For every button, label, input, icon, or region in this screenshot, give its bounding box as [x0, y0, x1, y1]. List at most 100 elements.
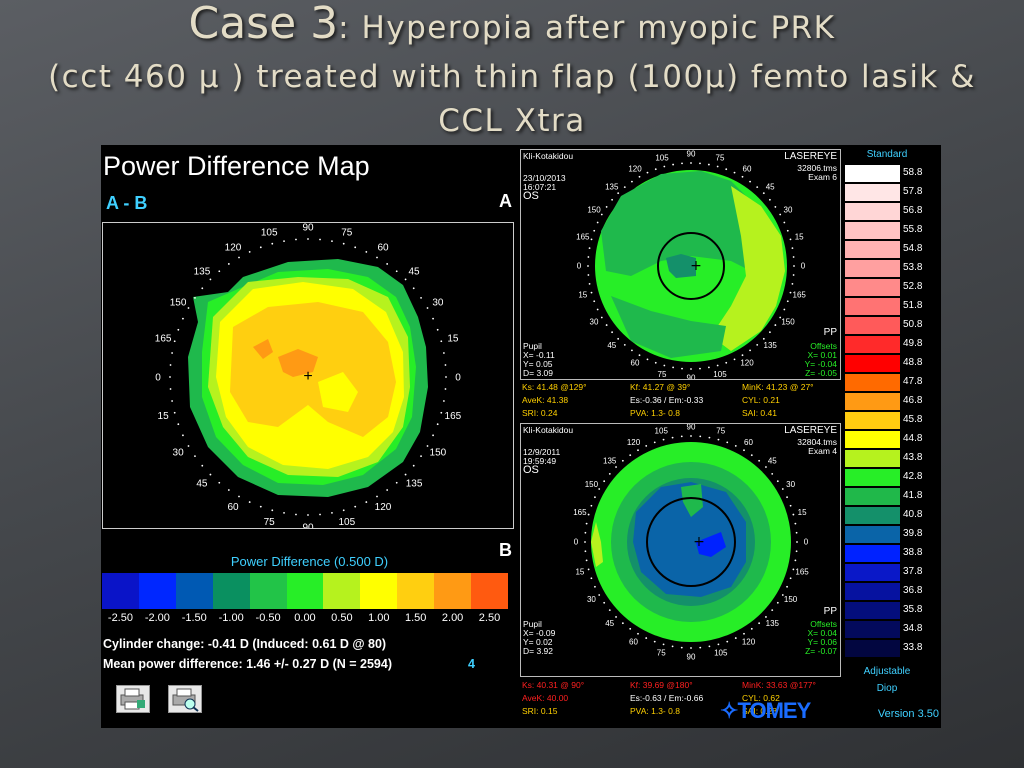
- scale-value: 48.8: [903, 357, 923, 368]
- map-count: 4: [468, 657, 475, 671]
- angle-tick-dot: [342, 242, 345, 245]
- scale-swatch: [845, 640, 900, 657]
- angle-tick-dot: [600, 213, 603, 216]
- angle-label: 75: [716, 153, 725, 162]
- angle-tick-dot: [173, 411, 176, 414]
- title-rest: : Hyperopia after myopic PRK: [338, 10, 836, 46]
- angle-tick-dot: [444, 388, 447, 390]
- scale-row: 40.8: [843, 506, 941, 525]
- scale-value: 35.8: [903, 604, 923, 615]
- angle-tick-dot: [227, 489, 230, 491]
- scale-row: 47.8: [843, 373, 941, 392]
- angle-tick-dot: [169, 364, 172, 366]
- angle-label: 30: [786, 480, 795, 489]
- angle-tick-dot: [794, 522, 797, 525]
- adjustable-button[interactable]: Adjustable: [843, 666, 931, 677]
- angle-label: 45: [768, 456, 777, 465]
- angle-tick-dot: [638, 175, 641, 178]
- svg-text:+: +: [303, 368, 312, 385]
- angle-tick-dot: [194, 296, 196, 299]
- angle-label: 165: [793, 291, 807, 300]
- angle-tick-dot: [590, 504, 593, 507]
- scale-swatch: [845, 393, 900, 410]
- scale-value: 41.8: [903, 490, 923, 501]
- angle-tick-dot: [307, 514, 309, 516]
- angle-label: 75: [264, 517, 276, 528]
- angle-tick-dot: [376, 256, 378, 259]
- angle-tick-dot: [173, 340, 176, 343]
- angle-label: 105: [714, 649, 728, 658]
- scale-type-button[interactable]: Standard: [843, 149, 931, 160]
- scale-swatch: [845, 184, 900, 201]
- angle-tick-dot: [699, 646, 702, 649]
- angle-tick-dot: [769, 331, 771, 334]
- angle-label: 0: [577, 262, 582, 271]
- legend-swatch: [212, 573, 250, 609]
- angle-tick-dot: [594, 496, 596, 499]
- pva-value: PVA: 1.3- 0.8: [630, 408, 680, 418]
- angle-label: 30: [587, 595, 596, 604]
- title-line-3: CCL Xtra: [438, 103, 586, 139]
- scale-value: 42.8: [903, 471, 923, 482]
- scale-value: 50.8: [903, 319, 923, 330]
- angle-tick-dot: [762, 192, 765, 195]
- angle-tick-dot: [590, 238, 593, 241]
- angle-label: 165: [155, 334, 172, 345]
- angle-tick-dot: [680, 646, 683, 649]
- pupil-d: D= 3.09: [523, 368, 554, 378]
- scale-swatch: [845, 260, 900, 277]
- scale-row: 54.8: [843, 240, 941, 259]
- angle-tick-dot: [295, 513, 297, 516]
- angle-tick-dot: [769, 198, 771, 201]
- angle-tick-dot: [295, 238, 297, 241]
- diop-unit-button[interactable]: Diop: [843, 683, 931, 694]
- mean-power-difference-stat: Mean power difference: 1.46 +/- 0.27 D (…: [103, 657, 393, 671]
- scale-row: 35.8: [843, 601, 941, 620]
- angle-label: 0: [804, 538, 809, 547]
- angle-tick-dot: [779, 213, 782, 216]
- angle-tick-dot: [716, 364, 719, 367]
- angle-tick-dot: [443, 352, 445, 354]
- scale-value: 38.8: [903, 547, 923, 558]
- angle-tick-dot: [793, 265, 795, 267]
- offset-z: Z= -0.07: [805, 646, 837, 656]
- scale-row: 36.8: [843, 582, 941, 601]
- angle-tick-dot: [792, 274, 795, 276]
- exam-b-map: + 0 15 30 45 60 75 90 105 120 135 150 165 0 15 30 45 60 7…: [520, 423, 841, 677]
- angle-tick-dot: [750, 454, 753, 457]
- scale-row: 48.8: [843, 354, 941, 373]
- legend-swatch: [249, 573, 287, 609]
- angle-label: 135: [766, 619, 780, 628]
- angle-tick-dot: [795, 550, 798, 553]
- angle-label: 0: [455, 372, 461, 383]
- legend-swatch: [471, 573, 508, 609]
- angle-label: 120: [742, 637, 756, 646]
- angle-tick-dot: [608, 609, 611, 612]
- scale-value: 36.8: [903, 585, 923, 596]
- angle-label: 30: [173, 447, 185, 458]
- angle-label: 105: [338, 517, 355, 528]
- legend-swatch: [102, 573, 139, 609]
- angle-tick-dot: [354, 246, 357, 249]
- angle-tick-dot: [412, 287, 415, 290]
- scale-value: 40.8: [903, 509, 923, 520]
- scale-row: 46.8: [843, 392, 941, 411]
- print-button[interactable]: [116, 685, 150, 713]
- version-label: Version 3.50: [877, 708, 939, 720]
- print-preview-button[interactable]: [168, 685, 202, 713]
- angle-tick-dot: [194, 455, 196, 458]
- scale-swatch: [845, 165, 900, 182]
- angle-label: 0: [155, 372, 161, 383]
- angle-label: 150: [784, 595, 798, 604]
- angle-tick-dot: [420, 296, 422, 299]
- angle-tick-dot: [238, 256, 240, 259]
- angle-label: 165: [573, 508, 587, 517]
- exam-a-map: + 0 15 30 45 60 75 90 105 120 135 150 165 0 15 30 45 60 7…: [520, 149, 841, 383]
- angle-tick-dot: [796, 541, 798, 543]
- angle-tick-dot: [585, 522, 588, 525]
- angle-tick-dot: [749, 180, 751, 183]
- topography-screenshot: Power Difference Map A - B A + 0 15 30 45 60…: [101, 145, 941, 728]
- pp-label: PP: [823, 606, 837, 617]
- angle-tick-dot: [248, 251, 251, 253]
- angle-tick-dot: [690, 647, 692, 649]
